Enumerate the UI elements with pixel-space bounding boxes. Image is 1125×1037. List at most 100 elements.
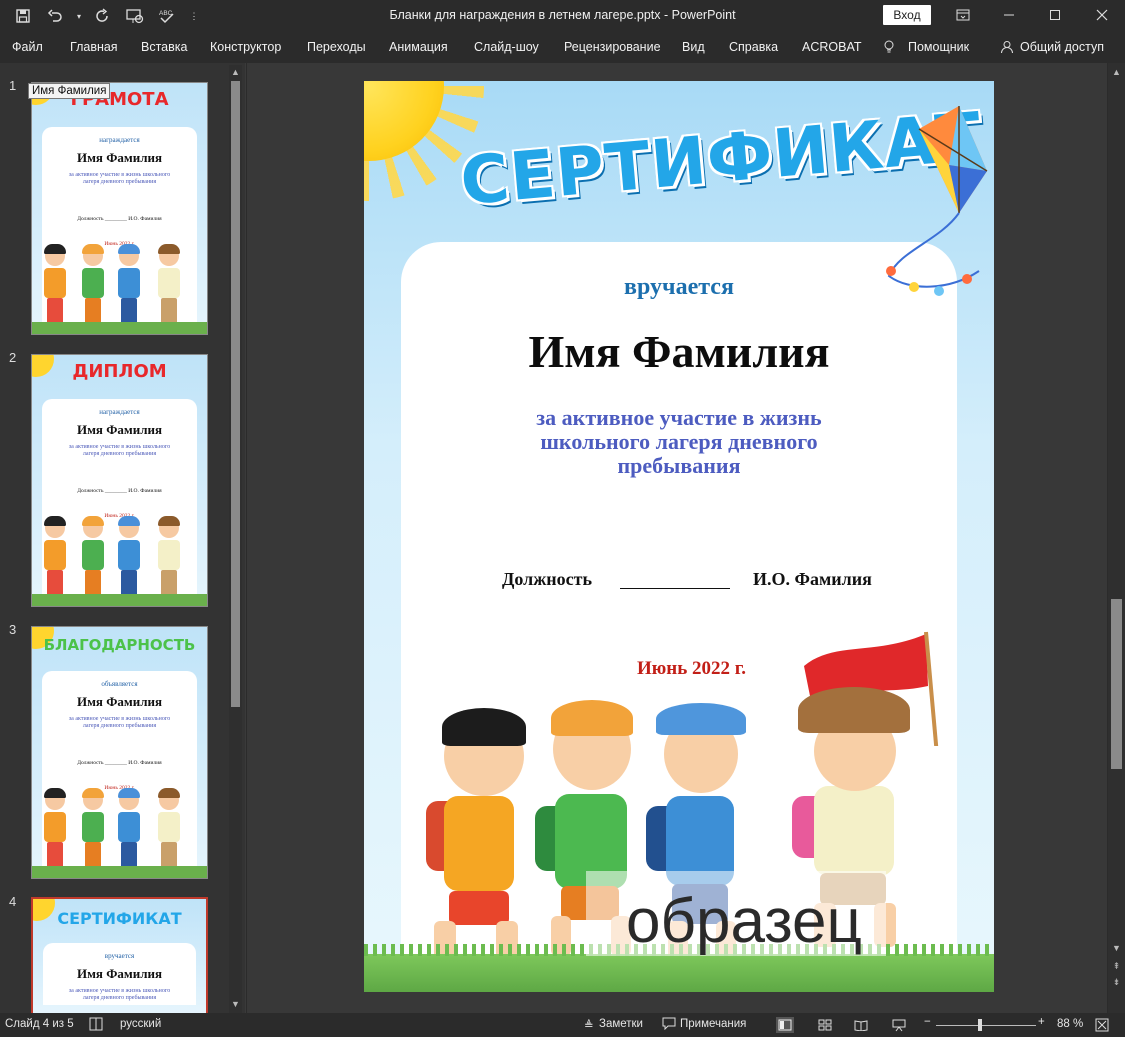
kid-illustration <box>80 788 106 872</box>
kid-illustration <box>156 244 182 328</box>
kite-illustration <box>886 106 988 296</box>
zoom-level[interactable]: 88 % <box>1057 1018 1083 1030</box>
zoom-out-icon[interactable]: − <box>924 1016 931 1028</box>
grass-illustration <box>32 866 207 878</box>
award-description[interactable]: за активное участие в жизнь школьного ла… <box>364 406 994 478</box>
zoom-slider[interactable] <box>936 1025 1036 1026</box>
previous-slide-icon[interactable]: ⇞ <box>1108 961 1125 972</box>
slide-counter: Слайд 4 из 5 <box>5 1018 74 1030</box>
thumbnail-description: за активное участие в жизнь школьного ла… <box>68 172 171 185</box>
scroll-up-arrow-icon[interactable]: ▲ <box>227 67 244 77</box>
kid-illustration <box>42 788 68 872</box>
scroll-down-arrow-icon[interactable]: ▼ <box>227 999 244 1009</box>
tab-review[interactable]: Рецензирование <box>564 40 661 54</box>
tell-me-lightbulb-icon[interactable] <box>883 40 895 57</box>
accessibility-check-icon[interactable] <box>88 1016 104 1035</box>
grass-illustration <box>32 322 207 334</box>
thumbnail-heading: СЕРТИФИКАТ <box>57 909 182 928</box>
tab-home[interactable]: Главная <box>70 40 118 54</box>
minimize-icon[interactable] <box>986 0 1032 30</box>
tab-view[interactable]: Вид <box>682 40 705 54</box>
zoom-slider-knob[interactable] <box>978 1019 982 1031</box>
thumbnail-name: Имя Фамилия <box>76 966 163 981</box>
slide-4-preview[interactable]: СЕРТИФИКАТ вручается Имя Фамилия за акти… <box>364 81 994 992</box>
normal-view-icon[interactable] <box>776 1017 794 1033</box>
notes-button[interactable]: Заметки <box>599 1018 643 1030</box>
recipient-name[interactable]: Имя Фамилия <box>364 325 994 378</box>
close-icon[interactable] <box>1079 0 1125 30</box>
kid-illustration <box>116 516 142 600</box>
tab-file[interactable]: Файл <box>12 40 43 54</box>
thumbnail-heading: ДИПЛОМ <box>72 361 167 382</box>
kid-illustration <box>156 788 182 872</box>
notes-icon[interactable]: ≜ <box>584 1018 594 1032</box>
thumbnail-number: 3 <box>9 622 17 637</box>
comments-button[interactable]: Примечания <box>680 1018 746 1030</box>
next-slide-icon[interactable]: ⇟ <box>1108 977 1125 988</box>
slide-thumbnail-1[interactable]: ГРАМОТА награждается Имя Фамилия за акти… <box>31 82 208 335</box>
grass-illustration <box>364 944 994 992</box>
status-bar: Слайд 4 из 5 русский ≜ Заметки Примечани… <box>0 1013 1125 1037</box>
tab-acrobat[interactable]: ACROBAT <box>802 40 862 54</box>
thumbnail-name: Имя Фамилия <box>76 694 163 709</box>
kid-illustration <box>80 516 106 600</box>
thumbnail-subtitle: вручается <box>104 952 135 960</box>
thumbnail-subtitle: награждается <box>99 408 140 416</box>
slide-thumbnail-2[interactable]: ДИПЛОМ награждается Имя Фамилия за актив… <box>31 354 208 607</box>
tell-me-search[interactable]: Помощник <box>908 40 969 54</box>
thumbnail-scrollbar[interactable]: ▲ ▼ <box>229 65 242 1013</box>
kid-illustration <box>116 244 142 328</box>
fit-to-window-icon[interactable] <box>1093 1017 1111 1033</box>
scroll-up-arrow-icon[interactable]: ▲ <box>1108 67 1125 77</box>
ribbon-display-options-icon[interactable] <box>940 0 986 30</box>
share-button[interactable]: Общий доступ <box>1020 40 1104 54</box>
award-verb[interactable]: вручается <box>364 274 994 301</box>
sample-watermark: образец <box>626 887 862 956</box>
tab-transitions[interactable]: Переходы <box>307 40 366 54</box>
scroll-down-arrow-icon[interactable]: ▼ <box>1108 943 1125 953</box>
signer-name[interactable]: И.О. Фамилия <box>753 569 872 590</box>
canvas-scrollbar[interactable]: ▲ ▼ ⇞ ⇟ <box>1108 63 1125 1013</box>
tab-design[interactable]: Конструктор <box>210 40 281 54</box>
slide-sorter-view-icon[interactable] <box>816 1017 834 1033</box>
slide-thumbnail-3[interactable]: БЛАГОДАРНОСТЬ объявляется Имя Фамилия за… <box>31 626 208 879</box>
thumbnail-heading: БЛАГОДАРНОСТЬ <box>43 636 196 654</box>
tab-slideshow[interactable]: Слайд-шоу <box>474 40 539 54</box>
kid-illustration <box>116 788 142 872</box>
slide-thumbnail-4[interactable]: СЕРТИФИКАТ вручается Имя Фамилия за акти… <box>31 897 208 1017</box>
tab-insert[interactable]: Вставка <box>141 40 187 54</box>
scrollbar-thumb[interactable] <box>1111 599 1122 769</box>
thumbnail-signature: Должность ________ И.О. Фамилия <box>77 760 162 766</box>
thumbnail-description: за активное участие в жизнь школьного ла… <box>68 716 171 729</box>
comments-icon[interactable] <box>662 1017 676 1033</box>
kid-illustration <box>42 516 68 600</box>
slide-thumbnail-panel: 1 ГРАМОТА награждается Имя Фамилия за ак… <box>0 63 246 1017</box>
grass-illustration <box>32 594 207 606</box>
certificate-title[interactable]: СЕРТИФИКАТ <box>457 98 985 220</box>
reading-view-icon[interactable] <box>852 1017 870 1033</box>
maximize-icon[interactable] <box>1032 0 1078 30</box>
thumbnail-tooltip: Имя Фамилия <box>28 83 111 99</box>
thumbnail-number: 1 <box>9 78 17 93</box>
thumbnail-name: Имя Фамилия <box>76 422 163 437</box>
tab-help[interactable]: Справка <box>729 40 778 54</box>
share-person-icon[interactable] <box>1000 40 1014 57</box>
scrollbar-thumb[interactable] <box>231 81 240 707</box>
thumbnail-name: Имя Фамилия <box>76 150 163 165</box>
title-bar: ▾ ABC ⋮ Бланки для награждения в летнем … <box>0 0 1125 32</box>
kid-illustration <box>42 244 68 328</box>
zoom-in-icon[interactable]: + <box>1038 1016 1045 1028</box>
position-label[interactable]: Должность <box>502 569 592 590</box>
thumbnail-subtitle: объявляется <box>101 680 138 688</box>
thumbnail-description: за активное участие в жизнь школьного ла… <box>68 444 171 457</box>
thumbnail-subtitle: награждается <box>99 136 140 144</box>
language-indicator[interactable]: русский <box>120 1018 161 1030</box>
sign-in-button[interactable]: Вход <box>883 5 931 25</box>
kid-illustration <box>80 244 106 328</box>
slideshow-view-icon[interactable] <box>890 1017 908 1033</box>
thumbnail-description: за активное участие в жизнь школьного ла… <box>68 988 171 1001</box>
thumbnail-number: 2 <box>9 350 17 365</box>
signature-line <box>620 588 730 589</box>
thumbnail-signature: Должность ________ И.О. Фамилия <box>77 488 162 494</box>
tab-animations[interactable]: Анимация <box>389 40 448 54</box>
